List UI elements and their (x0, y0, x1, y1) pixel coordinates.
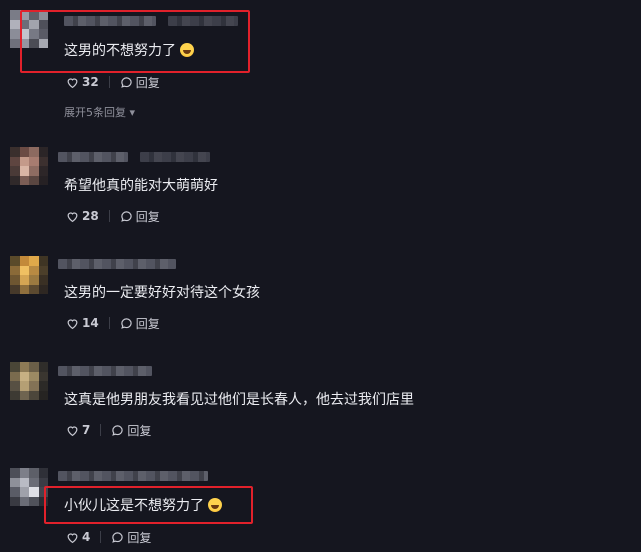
heart-icon[interactable] (66, 424, 79, 437)
comment-text: 希望他真的能对大萌萌好 (64, 178, 218, 194)
username-blurred[interactable] (58, 152, 128, 162)
avatar[interactable] (10, 147, 48, 185)
divider (108, 210, 110, 222)
divider (100, 424, 102, 436)
reply-button[interactable]: 回复 (136, 74, 160, 91)
comment-bubble-icon[interactable] (111, 424, 124, 437)
avatar[interactable] (10, 362, 48, 400)
comment-actions: 28 回复 (66, 208, 160, 224)
username-meta-blurred (140, 152, 210, 162)
expand-replies-link[interactable]: 展开5条回复 ▾ (64, 104, 135, 120)
chevron-down-icon: ▾ (129, 106, 136, 119)
like-count: 4 (82, 530, 91, 544)
highlight-box (44, 486, 253, 524)
like-count: 32 (82, 75, 99, 89)
comment-actions: 4 回复 (66, 529, 151, 545)
username-blurred[interactable] (58, 471, 208, 481)
highlight-box (20, 10, 250, 73)
comment-bubble-icon[interactable] (120, 76, 133, 89)
comment-bubble-icon[interactable] (111, 531, 124, 544)
heart-icon[interactable] (66, 76, 79, 89)
reply-button[interactable]: 回复 (127, 422, 151, 439)
divider (100, 531, 102, 543)
avatar[interactable] (10, 468, 48, 506)
heart-icon[interactable] (66, 210, 79, 223)
like-count: 28 (82, 209, 99, 223)
comment-bubble-icon[interactable] (120, 210, 133, 223)
like-count: 7 (82, 423, 91, 437)
divider (108, 76, 110, 88)
heart-icon[interactable] (66, 531, 79, 544)
comment-actions: 7 回复 (66, 422, 151, 438)
comment-actions: 32 回复 (66, 74, 160, 90)
reply-button[interactable]: 回复 (136, 315, 160, 332)
divider (108, 317, 110, 329)
comment-text: 这真是他男朋友我看见过他们是长春人，他去过我们店里 (64, 392, 414, 408)
heart-icon[interactable] (66, 317, 79, 330)
reply-button[interactable]: 回复 (127, 529, 151, 546)
comment-bubble-icon[interactable] (120, 317, 133, 330)
avatar[interactable] (10, 256, 48, 294)
comment-actions: 14 回复 (66, 315, 160, 331)
username-blurred[interactable] (58, 366, 152, 376)
comment-text: 这男的一定要好好对待这个女孩 (64, 285, 260, 301)
reply-button[interactable]: 回复 (136, 208, 160, 225)
username-blurred[interactable] (58, 259, 176, 269)
like-count: 14 (82, 316, 99, 330)
